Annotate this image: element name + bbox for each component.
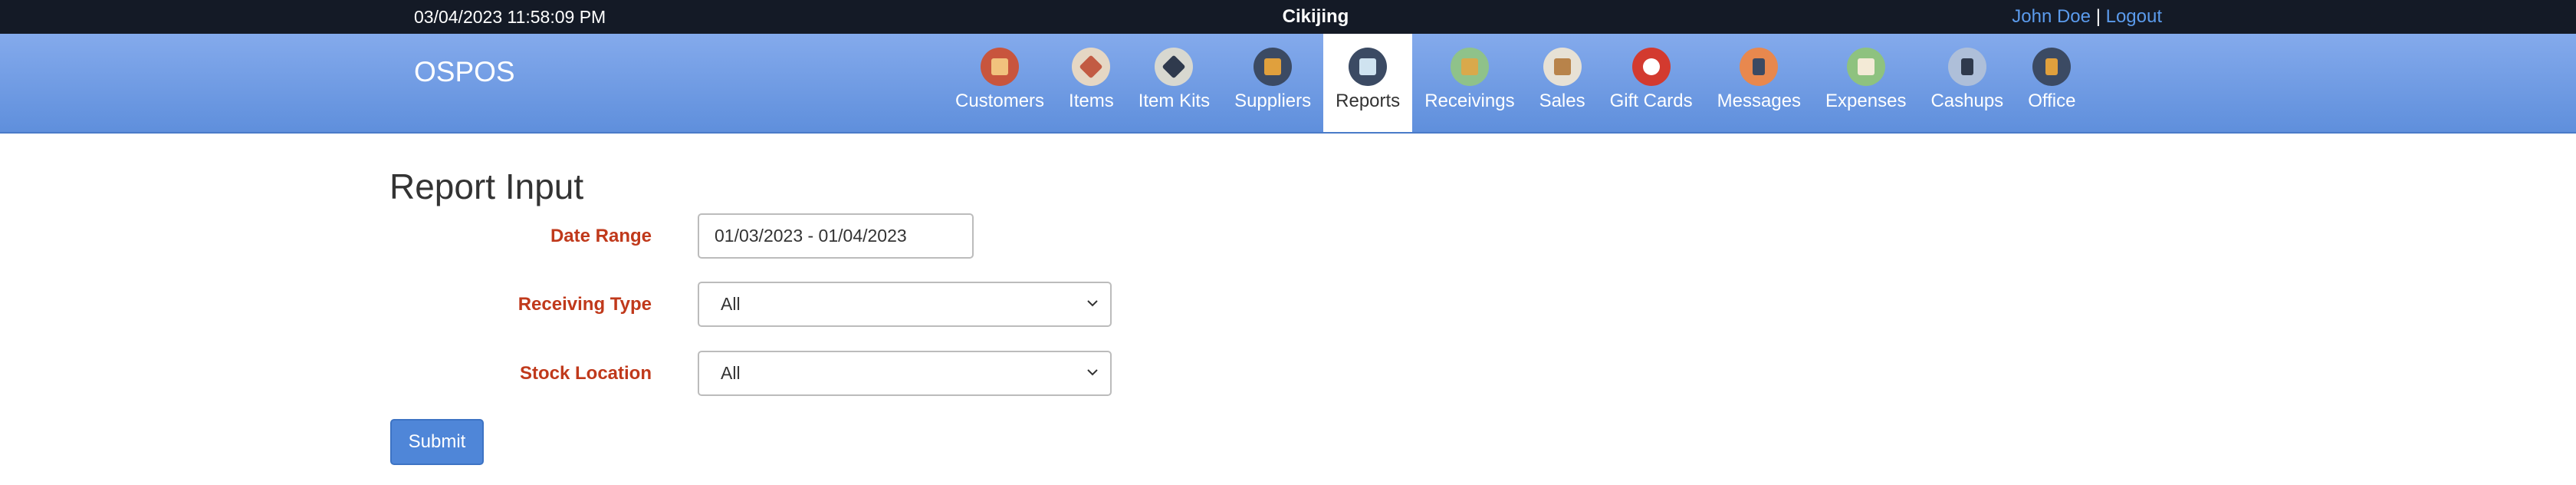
date-range-row: Date Range 01/03/2023 - 01/04/2023 [389, 213, 1156, 260]
stock-location-label: Stock Location [519, 363, 652, 384]
stock-location-value: All [721, 363, 741, 383]
nav-label: Item Kits [1138, 91, 1211, 111]
receiving-type-value: All [721, 294, 741, 314]
nav-label: Office [2028, 91, 2076, 111]
nav-label: Reports [1336, 91, 1401, 111]
logout-link[interactable]: Logout [2106, 6, 2162, 27]
reports-icon [1349, 48, 1388, 86]
submit-button[interactable]: Submit [390, 419, 484, 465]
sales-icon [1543, 48, 1582, 86]
nav-label: Gift Cards [1609, 91, 1693, 111]
cashups-icon [1947, 48, 1986, 86]
chevron-down-icon [1087, 369, 1098, 376]
date-range-label: Date Range [550, 226, 652, 246]
nav-item-messages[interactable]: Messages [1705, 34, 1813, 132]
gift-cards-icon [1631, 48, 1671, 86]
company-name: Cikijing [1282, 6, 1349, 27]
items-icon [1072, 48, 1111, 86]
item-kits-icon [1155, 48, 1194, 86]
nav-item-suppliers[interactable]: Suppliers [1222, 34, 1323, 132]
nav-item-customers[interactable]: Customers [943, 34, 1056, 132]
chevron-down-icon [1087, 300, 1098, 307]
nav-item-office[interactable]: Office [2016, 34, 2088, 132]
receiving-type-row: Receiving Type All [389, 281, 1156, 328]
page-title: Report Input [389, 167, 584, 206]
nav-item-gift-cards[interactable]: Gift Cards [1598, 34, 1705, 132]
user-area: John Doe | Logout [2012, 0, 2162, 34]
nav-item-reports[interactable]: Reports [1323, 34, 1413, 132]
expenses-icon [1846, 48, 1885, 86]
nav-label: Sales [1539, 91, 1585, 111]
nav-item-sales[interactable]: Sales [1527, 34, 1598, 132]
user-separator: | [2095, 6, 2101, 27]
stock-location-row: Stock Location All [389, 350, 1156, 398]
stock-location-select[interactable]: All [698, 351, 1112, 396]
nav-item-item-kits[interactable]: Item Kits [1126, 34, 1222, 132]
nav-label: Messages [1717, 91, 1802, 111]
module-nav: Customers Items Item Kits Suppliers Repo… [943, 34, 2088, 132]
nav-item-receivings[interactable]: Receivings [1412, 34, 1526, 132]
nav-label: Customers [955, 91, 1045, 111]
suppliers-icon [1254, 48, 1293, 86]
nav-label: Expenses [1825, 91, 1907, 111]
nav-item-cashups[interactable]: Cashups [1918, 34, 2016, 132]
nav-label: Items [1069, 91, 1114, 111]
office-icon [2032, 48, 2072, 86]
current-datetime: 03/04/2023 11:58:09 PM [414, 7, 606, 27]
nav-label: Cashups [1930, 91, 2004, 111]
nav-label: Receivings [1424, 91, 1515, 111]
nav-label: Suppliers [1234, 91, 1312, 111]
top-status-bar: 03/04/2023 11:58:09 PM Cikijing John Doe… [0, 0, 2576, 34]
customers-icon [981, 48, 1020, 86]
receiving-type-select[interactable]: All [698, 282, 1112, 327]
messages-icon [1740, 48, 1779, 86]
brand-logo[interactable]: OSPOS [414, 34, 515, 111]
main-navbar: OSPOS Customers Items Item Kits Supplier… [0, 34, 2576, 134]
receivings-icon [1450, 48, 1489, 86]
nav-item-expenses[interactable]: Expenses [1813, 34, 1918, 132]
user-name-link[interactable]: John Doe [2012, 6, 2091, 27]
receiving-type-label: Receiving Type [518, 294, 652, 315]
date-range-input[interactable]: 01/03/2023 - 01/04/2023 [698, 213, 974, 259]
nav-item-items[interactable]: Items [1056, 34, 1126, 132]
